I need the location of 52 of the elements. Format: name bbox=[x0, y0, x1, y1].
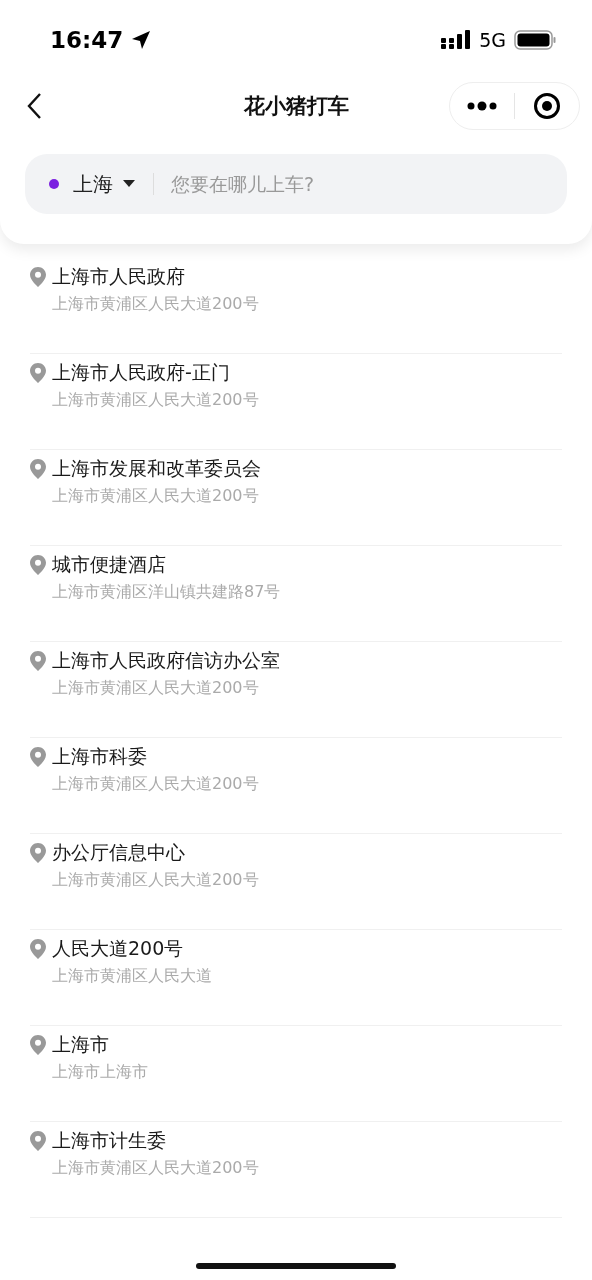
caret-icon bbox=[123, 180, 135, 188]
place-item[interactable]: 上海市 上海市上海市 bbox=[30, 1026, 562, 1122]
place-item[interactable]: 上海市发展和改革委员会 上海市黄浦区人民大道200号 bbox=[30, 450, 562, 546]
location-pin-icon bbox=[30, 1035, 46, 1055]
place-name: 上海市人民政府 bbox=[52, 264, 186, 289]
city-selector[interactable]: 上海 bbox=[73, 170, 135, 198]
location-pin-icon bbox=[30, 651, 46, 671]
location-pin-icon bbox=[30, 1131, 46, 1151]
place-name: 城市便捷酒店 bbox=[52, 552, 167, 577]
status-time: 16:47 bbox=[50, 27, 124, 53]
page-title: 花小猪打车 bbox=[243, 93, 349, 120]
place-name: 上海市人民政府-正门 bbox=[52, 360, 231, 385]
place-address: 上海市黄浦区人民大道200号 bbox=[52, 870, 259, 891]
location-pin-icon bbox=[30, 939, 46, 959]
location-pin-icon bbox=[30, 363, 46, 383]
place-item[interactable]: 上海市人民政府-正门 上海市黄浦区人民大道200号 bbox=[30, 354, 562, 450]
place-address: 上海市黄浦区人民大道200号 bbox=[52, 294, 259, 315]
location-pin-icon bbox=[30, 843, 46, 863]
place-address: 上海市黄浦区人民大道200号 bbox=[52, 486, 260, 507]
place-address: 上海市黄浦区洋山镇共建路87号 bbox=[52, 582, 281, 603]
location-pin-icon bbox=[30, 747, 46, 767]
place-address: 上海市黄浦区人民大道200号 bbox=[52, 390, 259, 411]
more-icon bbox=[467, 101, 497, 111]
location-pin-icon bbox=[30, 459, 46, 479]
place-address: 上海市黄浦区人民大道200号 bbox=[52, 774, 259, 795]
city-dot bbox=[49, 179, 59, 189]
place-name: 上海市人民政府信访办公室 bbox=[52, 648, 280, 673]
place-address: 上海市黄浦区人民大道200号 bbox=[52, 1158, 259, 1179]
target-icon bbox=[533, 92, 561, 120]
place-item[interactable]: 上海市人民政府信访办公室 上海市黄浦区人民大道200号 bbox=[30, 642, 562, 738]
network-label: 5G bbox=[479, 29, 506, 51]
place-name: 上海市计生委 bbox=[52, 1128, 167, 1153]
place-name: 上海市科委 bbox=[52, 744, 148, 769]
place-name: 办公厅信息中心 bbox=[52, 840, 186, 865]
signal-icon bbox=[441, 30, 472, 50]
place-name: 上海市发展和改革委员会 bbox=[52, 456, 261, 481]
place-item[interactable]: 上海市计生委 上海市黄浦区人民大道200号 bbox=[30, 1122, 562, 1218]
location-pin-icon bbox=[30, 267, 46, 287]
place-item[interactable]: 人民大道200号 上海市黄浦区人民大道 bbox=[30, 930, 562, 1026]
battery-icon bbox=[514, 30, 556, 50]
place-item[interactable]: 办公厅信息中心 上海市黄浦区人民大道200号 bbox=[30, 834, 562, 930]
location-pin-icon bbox=[30, 555, 46, 575]
place-address: 上海市黄浦区人民大道200号 bbox=[52, 678, 260, 699]
location-arrow-icon bbox=[131, 30, 152, 50]
place-item[interactable]: 城市便捷酒店 上海市黄浦区洋山镇共建路87号 bbox=[30, 546, 562, 642]
place-item[interactable]: 上海市科委 上海市黄浦区人民大道200号 bbox=[30, 738, 562, 834]
place-item[interactable]: 上海市人民政府 上海市黄浦区人民大道200号 bbox=[30, 258, 562, 354]
place-address: 上海市黄浦区人民大道 bbox=[52, 966, 212, 987]
search-field[interactable]: 上海 您要在哪儿上车? bbox=[25, 154, 567, 214]
place-name: 上海市 bbox=[52, 1032, 110, 1057]
place-name: 人民大道200号 bbox=[52, 936, 185, 961]
place-address: 上海市上海市 bbox=[52, 1062, 148, 1083]
